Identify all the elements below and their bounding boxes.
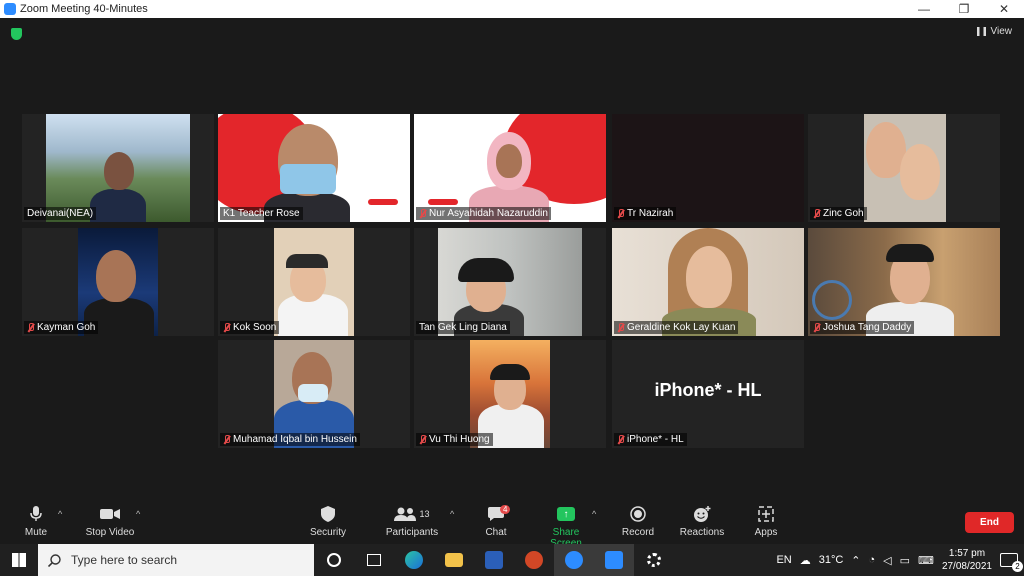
title-bar: Zoom Meeting 40-Minutes — ❐ ✕ bbox=[0, 0, 1024, 18]
weather-temperature[interactable]: 31°C bbox=[819, 554, 844, 566]
file-explorer-icon[interactable] bbox=[434, 544, 474, 576]
mic-muted-icon bbox=[223, 435, 230, 444]
participant-tile[interactable]: Geraldine Kok Lay Kuan bbox=[612, 228, 804, 336]
close-button[interactable]: ✕ bbox=[984, 2, 1024, 16]
smiley-icon bbox=[694, 506, 711, 522]
mic-muted-icon bbox=[813, 323, 820, 332]
mic-muted-icon bbox=[419, 435, 426, 444]
participant-tile[interactable]: Kayman Goh bbox=[22, 228, 214, 336]
participant-name: Nur Asyahidah Nazaruddin bbox=[416, 207, 551, 220]
minimize-button[interactable]: — bbox=[904, 2, 944, 16]
mic-muted-icon bbox=[27, 323, 34, 332]
participant-tile[interactable]: Joshua Tang Daddy bbox=[808, 228, 1000, 336]
video-camera-icon bbox=[100, 509, 120, 519]
battery-icon[interactable]: ▭ bbox=[900, 554, 910, 567]
participant-tile[interactable]: Nur Asyahidah Nazaruddin bbox=[414, 114, 606, 222]
end-meeting-button[interactable]: End bbox=[965, 512, 1014, 533]
participant-name: Vu Thi Huong bbox=[416, 433, 493, 446]
mute-options-caret[interactable]: ^ bbox=[58, 509, 62, 519]
zoom-app-icon bbox=[4, 3, 16, 15]
participant-name: Kok Soon bbox=[220, 321, 280, 334]
record-button[interactable]: Record bbox=[608, 504, 668, 538]
windows-logo-icon bbox=[12, 553, 26, 567]
participants-count: 13 bbox=[419, 509, 430, 519]
participant-tile[interactable]: Tan Gek Ling Diana bbox=[414, 228, 606, 336]
shield-icon bbox=[321, 506, 335, 522]
mic-muted-icon bbox=[617, 209, 624, 218]
chrome-like-app-icon[interactable] bbox=[554, 544, 594, 576]
participants-icon bbox=[394, 507, 417, 521]
participant-tile[interactable]: iPhone* - HL iPhone* - HL bbox=[612, 340, 804, 448]
apps-icon bbox=[758, 506, 774, 522]
reactions-button[interactable]: Reactions bbox=[672, 504, 732, 538]
search-icon bbox=[48, 553, 61, 567]
wifi-icon[interactable]: ◔ bbox=[869, 554, 876, 566]
participant-tile[interactable]: Zinc Goh bbox=[808, 114, 1000, 222]
share-screen-button[interactable]: ↑ Share Screen bbox=[536, 504, 596, 549]
security-shield-icon[interactable] bbox=[11, 28, 22, 40]
zoom-taskbar-icon[interactable] bbox=[594, 544, 634, 576]
share-options-caret[interactable]: ^ bbox=[592, 509, 596, 519]
participants-button[interactable]: 13 Participants bbox=[382, 504, 442, 538]
apps-button[interactable]: Apps bbox=[736, 504, 796, 538]
speaker-icon[interactable]: ◁ bbox=[883, 554, 891, 567]
microphone-icon bbox=[30, 506, 42, 521]
participant-name: Tr Nazirah bbox=[614, 207, 677, 220]
video-options-caret[interactable]: ^ bbox=[136, 509, 140, 519]
participant-name: Muhamad Iqbal bin Hussein bbox=[220, 433, 360, 446]
chat-button[interactable]: Chat 4 bbox=[466, 504, 526, 538]
meeting-toolbar: Mute ^ Stop Video ^ Security 13 Particip… bbox=[0, 500, 1024, 549]
mic-muted-icon bbox=[813, 209, 820, 218]
cortana-icon[interactable] bbox=[314, 544, 354, 576]
grid-icon bbox=[976, 27, 986, 36]
powerpoint-icon[interactable] bbox=[514, 544, 554, 576]
participant-name: Zinc Goh bbox=[810, 207, 867, 220]
notifications-icon[interactable]: 2 bbox=[1000, 553, 1023, 572]
edge-browser-icon[interactable] bbox=[394, 544, 434, 576]
participants-options-caret[interactable]: ^ bbox=[450, 509, 454, 519]
restore-button[interactable]: ❐ bbox=[944, 2, 984, 16]
participant-name: Tan Gek Ling Diana bbox=[416, 321, 510, 334]
tray-chevron-icon[interactable]: ⌃ bbox=[851, 554, 860, 567]
weather-cloud-icon[interactable]: ☁ bbox=[800, 554, 811, 567]
task-view-icon[interactable] bbox=[354, 544, 394, 576]
participant-tile[interactable]: Deivanai(NEA) bbox=[22, 114, 214, 222]
window-title: Zoom Meeting 40-Minutes bbox=[20, 3, 148, 15]
participant-tile[interactable]: Muhamad Iqbal bin Hussein bbox=[218, 340, 410, 448]
participant-tile[interactable]: Kok Soon bbox=[218, 228, 410, 336]
mic-muted-icon bbox=[617, 435, 624, 444]
word-icon[interactable] bbox=[474, 544, 514, 576]
search-placeholder: Type here to search bbox=[71, 553, 178, 567]
participant-display-name: iPhone* - HL bbox=[654, 380, 762, 400]
meeting-area: View Deivanai(NEA) K1 Teacher Rose Nur A… bbox=[0, 18, 1024, 500]
system-tray: EN ☁ 31°C ⌃ ◔ ◁ ▭ ⌨ 1:57 pm 27/08/2021 2 bbox=[776, 547, 1024, 573]
mic-muted-icon bbox=[223, 323, 230, 332]
mic-muted-icon bbox=[617, 323, 624, 332]
mic-muted-icon bbox=[419, 209, 426, 218]
participant-name: Geraldine Kok Lay Kuan bbox=[614, 321, 739, 334]
language-indicator[interactable]: EN bbox=[776, 554, 791, 566]
participant-tile[interactable]: Vu Thi Huong bbox=[414, 340, 606, 448]
share-arrow-icon: ↑ bbox=[557, 507, 575, 521]
view-button[interactable]: View bbox=[976, 26, 1012, 37]
participant-tile[interactable]: Tr Nazirah bbox=[612, 114, 804, 222]
record-icon bbox=[630, 506, 646, 522]
participant-name: Kayman Goh bbox=[24, 321, 99, 334]
stop-video-button[interactable]: Stop Video bbox=[80, 504, 140, 538]
participant-name: K1 Teacher Rose bbox=[220, 207, 303, 220]
participant-tile-active-speaker[interactable]: K1 Teacher Rose bbox=[218, 114, 410, 222]
clock[interactable]: 1:57 pm 27/08/2021 bbox=[942, 547, 992, 573]
taskbar-search-box[interactable]: Type here to search bbox=[38, 544, 314, 576]
participant-name: Joshua Tang Daddy bbox=[810, 321, 915, 334]
participant-name: iPhone* - HL bbox=[614, 433, 687, 446]
keyboard-icon[interactable]: ⌨ bbox=[918, 554, 934, 567]
settings-gear-icon[interactable] bbox=[634, 544, 674, 576]
start-button[interactable] bbox=[0, 544, 38, 576]
windows-taskbar: Type here to search EN ☁ 31°C ⌃ ◔ ◁ ▭ ⌨ … bbox=[0, 544, 1024, 576]
participant-name: Deivanai(NEA) bbox=[24, 207, 97, 220]
mute-button[interactable]: Mute bbox=[6, 504, 66, 538]
security-button[interactable]: Security bbox=[298, 504, 358, 538]
